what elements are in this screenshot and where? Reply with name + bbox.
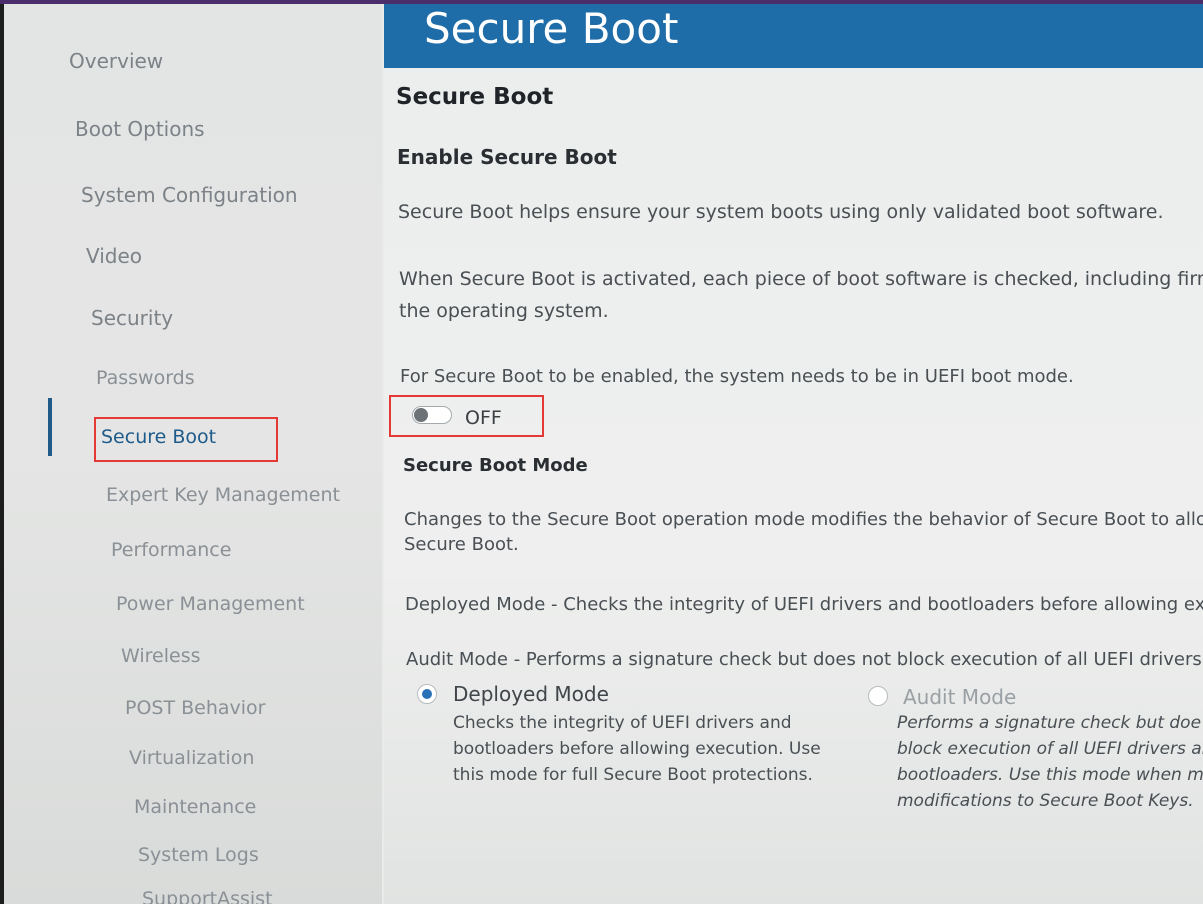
audit-mode-desc-line: modifications to Secure Boot Keys. bbox=[897, 791, 1194, 811]
deployed-mode-summary: Deployed Mode - Checks the integrity of … bbox=[405, 594, 1203, 615]
toggle-highlight-box bbox=[389, 395, 544, 437]
sidebar-item-power-management[interactable]: Power Management bbox=[116, 593, 305, 615]
secure-boot-highlight-box bbox=[94, 417, 278, 462]
audit-mode-desc-line: bootloaders. Use this mode when m bbox=[897, 765, 1203, 785]
sidebar-item-performance[interactable]: Performance bbox=[111, 539, 231, 561]
deployed-mode-label[interactable]: Deployed Mode bbox=[453, 682, 609, 706]
deployed-mode-desc-line: this mode for full Secure Boot protectio… bbox=[453, 765, 813, 785]
uefi-requirement-text: For Secure Boot to be enabled, the syste… bbox=[400, 366, 1074, 387]
sidebar-item-supportassist[interactable]: SupportAssist bbox=[142, 888, 273, 904]
audit-mode-desc-line: Performs a signature check but doe bbox=[897, 713, 1202, 733]
active-item-marker bbox=[48, 398, 52, 456]
deployed-mode-radio[interactable] bbox=[417, 684, 437, 704]
enable-secure-boot-heading: Enable Secure Boot bbox=[397, 145, 617, 169]
sidebar-item-overview[interactable]: Overview bbox=[69, 49, 163, 73]
sidebar: Overview Boot Options System Configurati… bbox=[4, 4, 382, 904]
audit-mode-description: Performs a signature check but doe block… bbox=[897, 710, 1203, 814]
sidebar-item-virtualization[interactable]: Virtualization bbox=[129, 747, 254, 769]
secure-boot-description: Secure Boot helps ensure your system boo… bbox=[398, 201, 1164, 223]
section-title: Secure Boot bbox=[396, 84, 554, 110]
sidebar-item-video[interactable]: Video bbox=[86, 244, 142, 268]
sidebar-item-post-behavior[interactable]: POST Behavior bbox=[125, 697, 266, 719]
activation-description-line2: the operating system. bbox=[399, 300, 609, 322]
audit-mode-radio[interactable] bbox=[868, 686, 888, 706]
audit-mode-label[interactable]: Audit Mode bbox=[903, 685, 1016, 709]
mode-description-line2: Secure Boot. bbox=[404, 534, 519, 555]
activation-description-line1: When Secure Boot is activated, each piec… bbox=[399, 268, 1203, 290]
sidebar-item-security[interactable]: Security bbox=[91, 306, 173, 330]
page-title: Secure Boot bbox=[424, 4, 679, 53]
deployed-mode-desc-line: bootloaders before allowing execution. U… bbox=[453, 739, 821, 759]
secure-boot-mode-heading: Secure Boot Mode bbox=[403, 455, 588, 476]
sidebar-item-system-configuration[interactable]: System Configuration bbox=[81, 183, 298, 207]
sidebar-item-wireless[interactable]: Wireless bbox=[121, 645, 201, 667]
sidebar-item-maintenance[interactable]: Maintenance bbox=[134, 796, 256, 818]
mode-description-line1: Changes to the Secure Boot operation mod… bbox=[404, 509, 1203, 530]
sidebar-item-passwords[interactable]: Passwords bbox=[96, 367, 195, 389]
deployed-mode-desc-line: Checks the integrity of UEFI drivers and bbox=[453, 713, 792, 733]
sidebar-item-system-logs[interactable]: System Logs bbox=[138, 844, 259, 866]
audit-mode-summary: Audit Mode - Performs a signature check … bbox=[406, 649, 1203, 670]
sidebar-item-expert-key-management[interactable]: Expert Key Management bbox=[106, 484, 340, 506]
deployed-mode-description: Checks the integrity of UEFI drivers and… bbox=[453, 710, 821, 788]
sidebar-item-boot-options[interactable]: Boot Options bbox=[75, 117, 205, 141]
audit-mode-desc-line: block execution of all UEFI drivers ar bbox=[897, 739, 1203, 759]
bios-screen: Overview Boot Options System Configurati… bbox=[4, 4, 1203, 904]
